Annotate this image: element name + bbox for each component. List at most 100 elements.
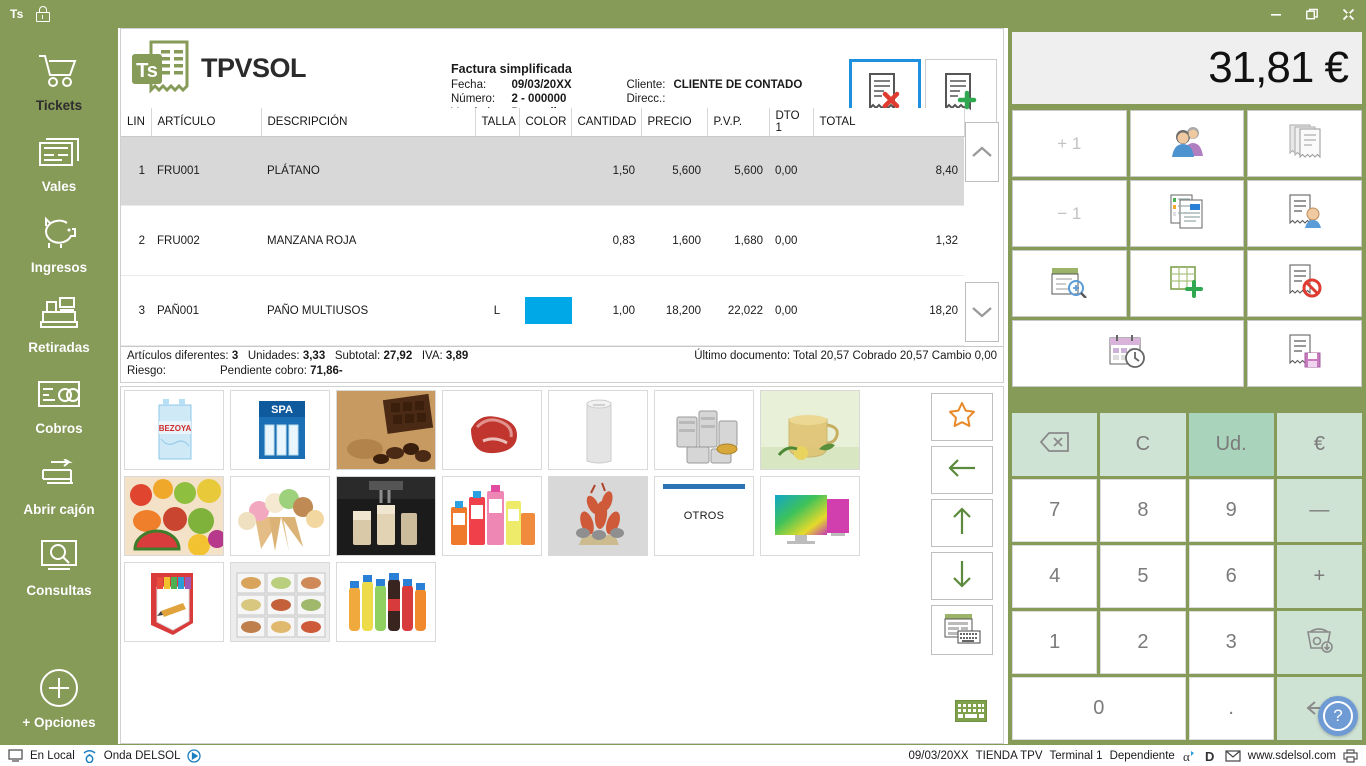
save-receipt-button[interactable] <box>1247 320 1362 387</box>
col-articulo[interactable]: ARTÍCULO <box>151 108 262 137</box>
key-6[interactable]: 6 <box>1188 545 1274 608</box>
col-cantidad[interactable]: CANTIDAD <box>571 108 642 137</box>
onscreen-keyboard-button[interactable] <box>955 700 987 727</box>
keyboard-entry-button[interactable] <box>931 605 993 655</box>
lines-scroll-down-button[interactable] <box>965 282 999 342</box>
close-button[interactable] <box>1330 0 1366 28</box>
mail-icon[interactable] <box>1225 749 1241 762</box>
col-dto1[interactable]: DTO 1 <box>769 108 814 137</box>
key-5[interactable]: 5 <box>1100 545 1186 608</box>
articles-button[interactable] <box>1129 180 1245 247</box>
increment-button[interactable]: + 1 <box>1012 110 1127 177</box>
product-otros[interactable]: OTROS <box>654 476 754 556</box>
product-fruit[interactable] <box>124 476 224 556</box>
pending-button[interactable] <box>1012 320 1245 387</box>
scroll-down-button[interactable] <box>931 552 993 600</box>
sidebar-item-retiradas[interactable]: Retiradas <box>0 288 118 367</box>
product-catering[interactable] <box>230 562 330 642</box>
plus-key[interactable]: + <box>1276 545 1362 608</box>
product-chocolate[interactable] <box>336 390 436 470</box>
play-icon[interactable] <box>187 748 202 763</box>
euro-key[interactable]: € <box>1276 413 1362 476</box>
sidebar: Tickets Vales Ingresos Retiradas Cobros … <box>0 28 118 744</box>
product-coffee[interactable] <box>336 476 436 556</box>
documents-list-button[interactable] <box>1247 110 1362 177</box>
product-water-bezoya[interactable]: BEZOYA <box>124 390 224 470</box>
product-seafood[interactable] <box>548 476 648 556</box>
search-document-button[interactable] <box>1012 250 1127 317</box>
key-8[interactable]: 8 <box>1100 479 1186 542</box>
key-9[interactable]: 9 <box>1188 479 1274 542</box>
clear-key[interactable]: C <box>1100 413 1186 476</box>
sidebar-item-opciones[interactable]: + Opciones <box>0 663 118 742</box>
cell-pvp: 1,680 <box>707 205 769 277</box>
cell-pvp: 5,600 <box>707 136 769 207</box>
cliente-label: Cliente: <box>626 79 666 91</box>
product-television[interactable] <box>760 476 860 556</box>
customer-receipt-button[interactable] <box>1247 180 1362 247</box>
numero-label: Número: <box>451 93 496 105</box>
backspace-key[interactable] <box>1012 413 1098 476</box>
product-softdrinks[interactable] <box>336 562 436 642</box>
units-key[interactable]: Ud. <box>1188 413 1274 476</box>
sidebar-item-abrir-cajon[interactable]: Abrir cajón <box>0 450 118 529</box>
col-lin[interactable]: LIN <box>121 108 152 137</box>
printer-icon[interactable] <box>1343 748 1358 763</box>
pendiente-value: 71,86- <box>310 365 343 377</box>
alpha-icon[interactable]: α <box>1182 749 1197 763</box>
sidebar-item-consultas[interactable]: Consultas <box>0 531 118 610</box>
help-button[interactable]: ? <box>1318 696 1358 736</box>
d-icon[interactable]: D <box>1204 749 1218 763</box>
col-total[interactable]: TOTAL <box>813 108 965 137</box>
back-button[interactable] <box>931 446 993 494</box>
key-3[interactable]: 3 <box>1188 611 1274 674</box>
product-stationery[interactable] <box>124 562 224 642</box>
key-7[interactable]: 7 <box>1012 479 1098 542</box>
key-label: 5 <box>1137 565 1149 587</box>
product-icecream[interactable] <box>230 476 330 556</box>
radio-label[interactable]: Onda DELSOL <box>104 750 181 762</box>
key-1[interactable]: 1 <box>1012 611 1098 674</box>
col-pvp[interactable]: P.V.P. <box>707 108 770 137</box>
lock-icon[interactable] <box>35 6 50 22</box>
cliente-value[interactable]: CLIENTE DE CONTADO <box>673 79 802 93</box>
direcc-value[interactable] <box>673 93 802 107</box>
color-swatch <box>525 297 572 325</box>
key-label: 1 <box>1049 631 1061 653</box>
decimal-key[interactable]: . <box>1188 677 1274 740</box>
col-precio[interactable]: PRECIO <box>641 108 708 137</box>
table-row[interactable]: 1 FRU001 PLÁTANO 1,50 5,600 5,600 0,00 8… <box>121 136 964 207</box>
cell-total: 18,20 <box>813 275 964 346</box>
col-talla[interactable]: TALLA <box>475 108 520 137</box>
col-descripcion[interactable]: DESCRIPCIÓN <box>261 108 476 137</box>
product-tea[interactable] <box>760 390 860 470</box>
sidebar-item-ingresos[interactable]: Ingresos <box>0 208 118 287</box>
customer-button[interactable] <box>1129 110 1245 177</box>
minus-key[interactable]: — <box>1276 479 1362 542</box>
table-row[interactable]: 3 PAÑ001 PAÑO MULTIUSOS L 1,00 18,200 22… <box>121 275 964 346</box>
sidebar-item-tickets[interactable]: Tickets <box>0 46 118 125</box>
new-line-button[interactable] <box>1129 250 1245 317</box>
sidebar-item-label: + Opciones <box>22 715 96 731</box>
website-link[interactable]: www.sdelsol.com <box>1248 750 1336 762</box>
sidebar-item-cobros[interactable]: Cobros <box>0 369 118 448</box>
scroll-up-button[interactable] <box>931 499 993 547</box>
key-0[interactable]: 0 <box>1012 677 1186 740</box>
sidebar-item-vales[interactable]: Vales <box>0 127 118 206</box>
product-canned-goods[interactable] <box>654 390 754 470</box>
table-row[interactable]: 2 FRU002 MANZANA ROJA 0,83 1,600 1,680 0… <box>121 205 964 277</box>
key-2[interactable]: 2 <box>1100 611 1186 674</box>
scale-key[interactable] <box>1276 611 1362 674</box>
minimize-button[interactable] <box>1258 0 1294 28</box>
favorites-button[interactable] <box>931 393 993 441</box>
cancel-receipt-button[interactable] <box>1247 250 1362 317</box>
decrement-button[interactable]: − 1 <box>1012 180 1127 247</box>
product-meat[interactable] <box>442 390 542 470</box>
key-4[interactable]: 4 <box>1012 545 1098 608</box>
col-color[interactable]: COLOR <box>519 108 572 137</box>
product-paper-roll[interactable] <box>548 390 648 470</box>
product-spa-bottles[interactable]: SPA <box>230 390 330 470</box>
lines-scroll-up-button[interactable] <box>965 122 999 182</box>
restore-button[interactable] <box>1294 0 1330 28</box>
product-cleaning[interactable] <box>442 476 542 556</box>
